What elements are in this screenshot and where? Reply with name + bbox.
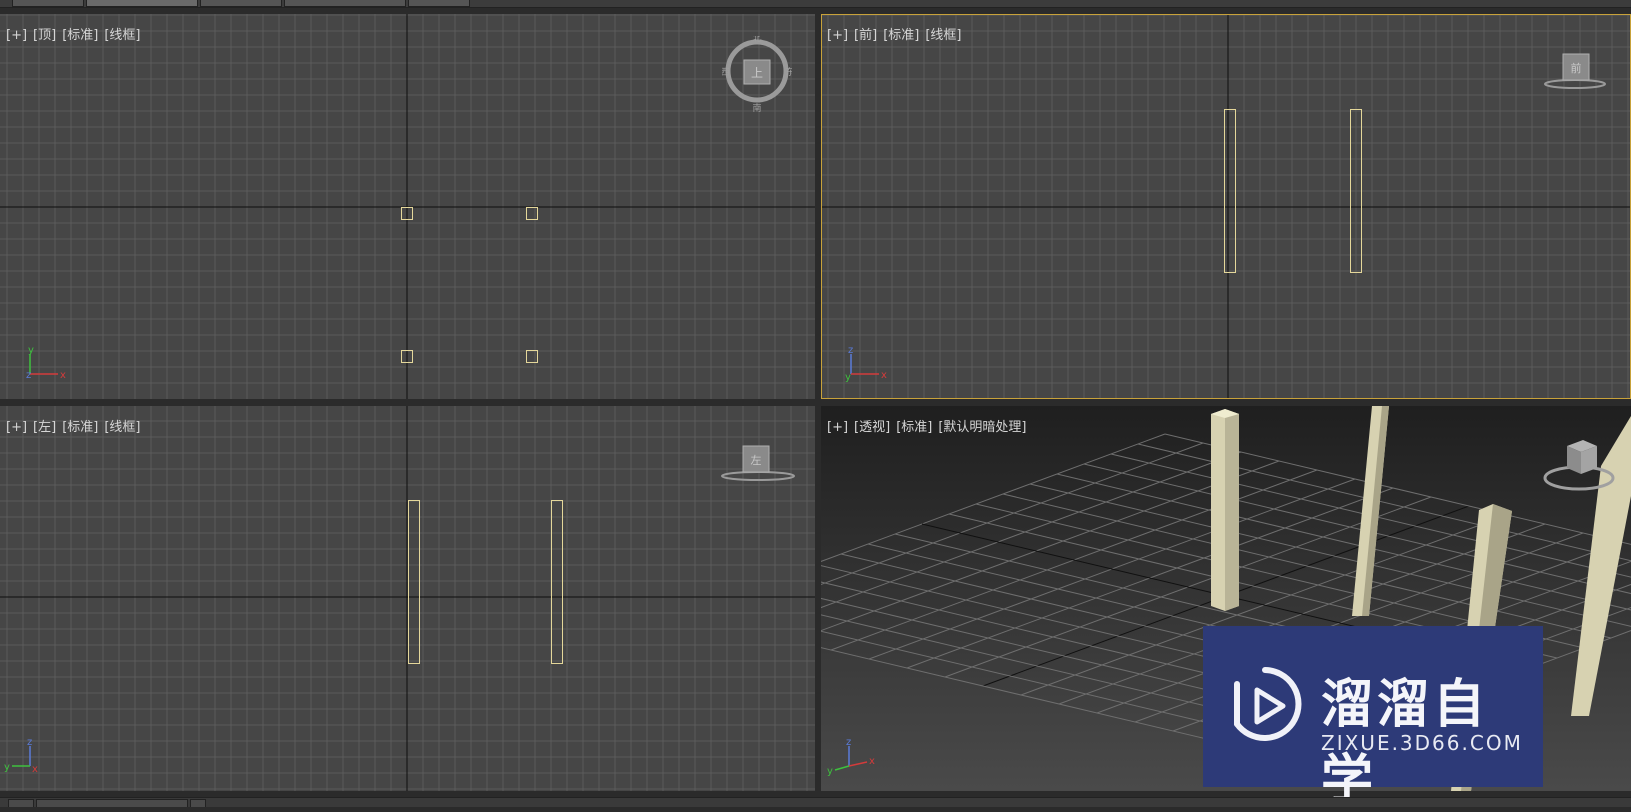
column-left-outline[interactable] — [551, 500, 563, 664]
watermark-banner: 溜溜自学 ZIXUE.3D66.COM — [1203, 626, 1543, 810]
viewcube[interactable]: 前 — [1541, 52, 1611, 102]
viewport-front[interactable]: [+] [前] [标准] [线框] 前 z x y — [821, 14, 1631, 399]
ribbon-tab[interactable] — [408, 0, 470, 7]
viewport-shading[interactable]: [标准] — [896, 420, 932, 435]
column-3d-face[interactable] — [1225, 409, 1239, 611]
viewport-left[interactable]: [+] [左] [标准] [线框] 左 z y x — [0, 406, 815, 791]
compass-west-label: 西 — [722, 67, 730, 78]
axis-x-label: x — [881, 370, 887, 381]
viewport-perspective-label: [+] [透视] [标准] [默认明暗处理] — [827, 416, 1033, 435]
viewcube-3d[interactable] — [1539, 428, 1619, 498]
grid-line — [821, 451, 1242, 609]
axis-z-label: z — [27, 737, 32, 748]
viewport-menu-plus[interactable]: [+] — [827, 420, 848, 435]
column-top-marker[interactable] — [526, 350, 538, 363]
axis-x-label: x — [869, 756, 875, 767]
column-front-outline[interactable] — [1224, 109, 1236, 273]
axis-tripod-icon: z x y — [827, 737, 875, 776]
viewport-shading[interactable]: [标准] — [883, 28, 919, 43]
column-left-outline[interactable] — [408, 500, 420, 664]
viewport-top[interactable]: [+] [顶] [标准] [线框] 上 北 南 东 西 y x z — [0, 14, 815, 399]
axis-tripod-icon: z x y — [845, 345, 887, 383]
watermark-url: ZIXUE.3D66.COM — [1321, 731, 1523, 755]
viewport-display-mode[interactable]: [线框] — [104, 420, 140, 435]
viewport-shading[interactable]: [标准] — [62, 28, 98, 43]
play-logo-icon — [1234, 667, 1302, 741]
viewport-display-mode[interactable]: [线框] — [104, 28, 140, 43]
column-top-marker[interactable] — [526, 207, 538, 220]
axis-z-label: z — [26, 370, 31, 381]
viewport-menu-plus[interactable]: [+] — [6, 420, 27, 435]
axis-y-label: y — [28, 345, 34, 356]
viewcube-compass[interactable]: 上 北 南 东 西 — [722, 36, 792, 114]
axis-z-label: z — [848, 345, 853, 356]
viewcube-icon: 前 — [1544, 53, 1606, 89]
compass-south-label: 南 — [752, 102, 761, 114]
viewcube-face-label: 左 — [751, 454, 762, 467]
viewport-menu-plus[interactable]: [+] — [6, 28, 27, 43]
viewport-front-label: [+] [前] [标准] [线框] — [827, 24, 968, 43]
axis-y-label: y — [845, 372, 851, 383]
viewcube-face-label: 前 — [1571, 61, 1582, 75]
viewport-point-of-view[interactable]: [前] — [854, 28, 877, 43]
compass-ring-icon: 上 北 南 东 西 — [722, 36, 792, 114]
axis-x-label: x — [32, 764, 38, 775]
grid-line — [821, 460, 1280, 632]
ribbon-tab[interactable] — [200, 0, 282, 7]
ribbon-tab-active[interactable] — [86, 0, 198, 7]
column-top-marker[interactable] — [401, 350, 413, 363]
viewport-display-mode[interactable]: [线框] — [925, 28, 961, 43]
viewport-point-of-view[interactable]: [顶] — [33, 28, 56, 43]
viewport-point-of-view[interactable]: [左] — [33, 420, 56, 435]
axis-tripod-icon: z y x — [4, 737, 38, 775]
grid-line — [1002, 493, 1612, 639]
viewport-top-label: [+] [顶] [标准] [线框] — [6, 24, 147, 43]
viewcube-face-label: 上 — [751, 66, 763, 80]
column-front-outline[interactable] — [1350, 109, 1362, 273]
axis-z-label: z — [846, 737, 851, 748]
compass-east-label: 东 — [785, 66, 792, 78]
viewport-shading[interactable]: [标准] — [62, 420, 98, 435]
axis-x-label: x — [60, 370, 66, 381]
viewport-display-mode[interactable]: [默认明暗处理] — [938, 420, 1026, 435]
viewport-left-label: [+] [左] [标准] [线框] — [6, 416, 147, 435]
ribbon-tab[interactable] — [284, 0, 406, 7]
viewport-menu-plus[interactable]: [+] — [827, 28, 848, 43]
compass-north-label: 北 — [752, 36, 761, 44]
axis-tripod-icon: y x z — [26, 345, 66, 381]
viewcube[interactable]: 左 — [720, 444, 800, 494]
ribbon-tab[interactable] — [12, 0, 84, 7]
viewcube-icon: 左 — [721, 445, 795, 481]
axis-y-label: y — [4, 762, 10, 773]
viewport-point-of-view[interactable]: [透视] — [854, 420, 890, 435]
column-top-marker[interactable] — [401, 207, 413, 220]
viewcube-icon — [1543, 440, 1615, 491]
axis-y-label: y — [827, 766, 833, 776]
